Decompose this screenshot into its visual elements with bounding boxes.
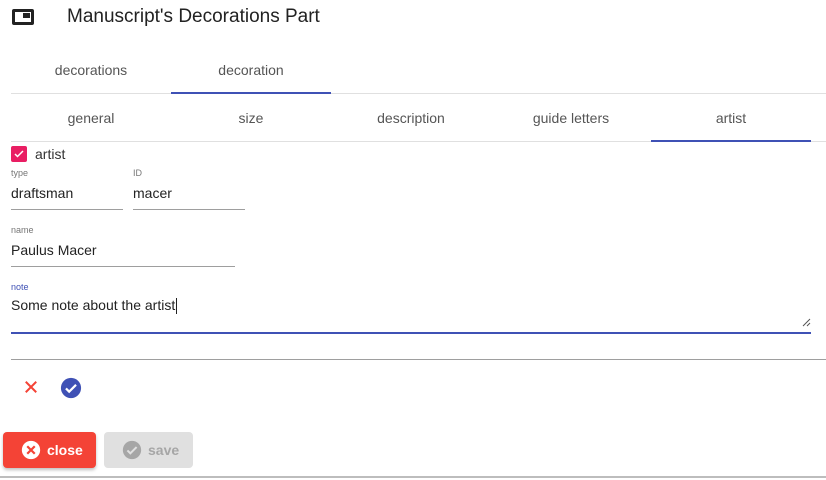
name-label: name xyxy=(11,225,34,235)
close-icon[interactable] xyxy=(22,378,40,396)
page-title: Manuscript's Decorations Part xyxy=(67,6,320,27)
resize-handle-icon[interactable] xyxy=(801,317,811,327)
close-button[interactable]: close xyxy=(3,432,96,468)
name-underline xyxy=(11,266,235,267)
tab-general[interactable]: general xyxy=(11,94,171,141)
save-button-label: save xyxy=(148,442,180,458)
note-underline xyxy=(11,332,811,334)
tab-guide-letters[interactable]: guide letters xyxy=(491,94,651,141)
type-underline xyxy=(11,209,123,210)
tab-artist[interactable]: artist xyxy=(651,94,811,142)
tab-decoration[interactable]: decoration xyxy=(171,47,331,94)
tab-decorations[interactable]: decorations xyxy=(11,47,171,93)
header: Manuscript's Decorations Part xyxy=(12,4,320,30)
type-input[interactable]: draftsman xyxy=(11,183,123,203)
id-label: ID xyxy=(133,168,142,178)
type-label: type xyxy=(11,168,29,178)
primary-tabs: decorations decoration xyxy=(11,47,826,94)
note-label: note xyxy=(11,282,29,292)
tab-size[interactable]: size xyxy=(171,94,331,141)
artist-checkbox-row: artist xyxy=(11,146,65,162)
cancel-circle-icon xyxy=(21,440,41,460)
id-underline xyxy=(133,209,245,210)
tab-description[interactable]: description xyxy=(331,94,491,141)
close-button-label: close xyxy=(47,442,83,458)
check-circle-icon[interactable] xyxy=(60,377,82,399)
save-button[interactable]: save xyxy=(104,432,193,468)
section-divider xyxy=(11,359,826,360)
note-field[interactable]: note Some note about the artist xyxy=(11,281,811,334)
window-icon xyxy=(12,9,34,25)
note-text: Some note about the artist xyxy=(11,297,176,313)
checkmark-icon xyxy=(14,150,24,158)
name-field[interactable]: name Paulus Macer xyxy=(11,224,235,267)
check-circle-icon xyxy=(122,440,142,460)
note-textarea[interactable]: Some note about the artist xyxy=(11,295,811,315)
type-field[interactable]: type draftsman xyxy=(11,167,123,210)
artist-checkbox[interactable] xyxy=(11,146,27,162)
secondary-tabs: general size description guide letters a… xyxy=(11,94,826,142)
id-input[interactable]: macer xyxy=(133,183,245,203)
artist-checkbox-label: artist xyxy=(35,146,66,162)
bottom-divider xyxy=(0,476,826,478)
name-input[interactable]: Paulus Macer xyxy=(11,240,235,260)
id-field[interactable]: ID macer xyxy=(133,167,245,210)
text-caret xyxy=(176,298,178,315)
